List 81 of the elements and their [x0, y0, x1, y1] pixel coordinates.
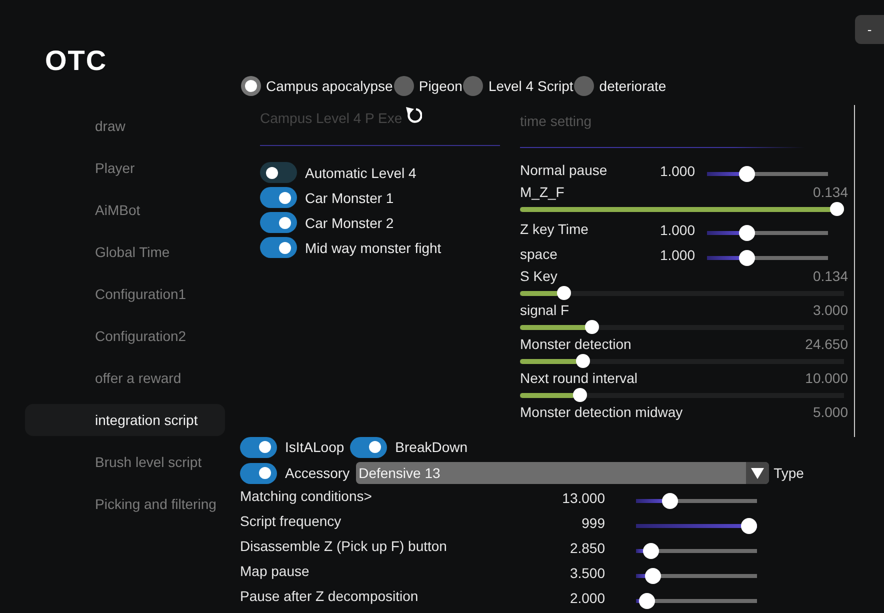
toggle-switch[interactable] [260, 162, 297, 183]
sidebar-item[interactable]: integration script [25, 404, 225, 436]
slider-value: 1.000 [658, 220, 695, 238]
toggle-label: BreakDown [395, 438, 468, 456]
radio-label: Campus apocalypse [266, 77, 393, 95]
slider-thumb[interactable] [639, 592, 656, 608]
slider-label: Z key Time [520, 220, 590, 238]
sidebar-item[interactable]: offer a reward [25, 362, 225, 394]
slider-value: 2.000 [568, 588, 605, 606]
radio-label: Pigeon [418, 77, 462, 95]
slider-thumb[interactable] [557, 286, 572, 300]
toggle-switch[interactable] [350, 436, 388, 458]
toggle-switch[interactable] [260, 212, 297, 233]
slider-label: space [520, 245, 558, 263]
slider-thumb[interactable] [738, 166, 754, 182]
panel-title: Campus Level 4 P Exe [260, 109, 402, 127]
slider-value: 5.000 [812, 403, 848, 421]
radio-button[interactable] [574, 76, 594, 96]
slider-label: S Key [520, 267, 558, 285]
sidebar-item[interactable]: Picking and filtering [25, 488, 225, 520]
slider-value: 10.000 [805, 369, 848, 387]
toggle-switch[interactable] [260, 187, 297, 208]
dropdown-label: Type [774, 464, 804, 482]
slider-thumb[interactable] [738, 250, 754, 266]
logo: OTC [45, 49, 108, 73]
toggle-label: Accessory [285, 464, 350, 482]
sidebar-item[interactable]: Player [25, 152, 225, 184]
slider-value: 2.850 [568, 538, 605, 556]
slider-thumb[interactable] [662, 492, 678, 508]
circular-arrow-icon [405, 106, 422, 124]
toggle-switch[interactable] [240, 462, 277, 484]
toggle-label: Automatic Level 4 [305, 164, 416, 182]
slider-thumb[interactable] [830, 202, 844, 216]
sidebar-item[interactable]: Global Time [25, 236, 225, 268]
toggle-label: Car Monster 2 [305, 214, 394, 232]
slider-value: 1.000 [658, 246, 695, 264]
slider-label: Normal pause [520, 161, 608, 179]
slider-thumb[interactable] [572, 388, 587, 402]
sidebar-item[interactable]: Configuration2 [25, 320, 225, 352]
radio-label: Level 4 Script [488, 77, 574, 95]
toggle-switch[interactable] [240, 436, 277, 458]
slider-label: signal F [520, 301, 570, 319]
slider-label: Matching conditions> [240, 487, 373, 505]
slider-label: Next round interval [520, 369, 638, 387]
sidebar-item[interactable]: draw [25, 110, 225, 142]
panel-title: time setting [520, 112, 592, 130]
slider-value: 0.134 [812, 267, 848, 285]
slider-label: Disassemble Z (Pick up F) button [240, 537, 448, 555]
slider-value: 24.650 [805, 335, 848, 353]
slider-label: Script frequency [240, 512, 342, 530]
radio-label: deteriorate [599, 77, 666, 95]
radio-button[interactable] [463, 76, 484, 96]
radio-button[interactable] [241, 76, 261, 96]
sidebar-item[interactable]: Brush level script [25, 446, 225, 478]
sidebar-item[interactable]: AiMBot [25, 194, 225, 226]
slider-thumb[interactable] [738, 224, 754, 240]
slider-label: Monster detection midway [520, 403, 683, 421]
slider-value: 3.500 [568, 564, 605, 582]
radio-button[interactable] [394, 76, 414, 96]
slider-value: 3.000 [812, 301, 848, 319]
slider-value: 1.000 [658, 162, 695, 180]
toggle-label: Car Monster 1 [305, 188, 394, 206]
slider-thumb[interactable] [645, 568, 662, 584]
slider-label: Map pause [240, 562, 310, 580]
slider-label: Pause after Z decomposition [240, 587, 420, 605]
toggle-label: Mid way monster fight [305, 238, 442, 256]
caret-icon [746, 462, 769, 484]
slider-value: 13.000 [561, 488, 605, 506]
slider-thumb[interactable] [643, 542, 660, 558]
slider-label: Monster detection [520, 335, 632, 353]
toggle-label: IsItALoop [285, 438, 344, 456]
minimize-button[interactable]: - [855, 15, 884, 44]
slider-label: M_Z_F [520, 183, 564, 201]
toggle-switch[interactable] [260, 237, 297, 258]
type-dropdown[interactable]: Defensive 13 [356, 462, 769, 484]
slider-thumb[interactable] [576, 354, 590, 368]
sidebar-item[interactable]: Configuration1 [25, 278, 225, 310]
slider-thumb[interactable] [585, 320, 600, 334]
slider-value: 0.134 [812, 183, 848, 201]
slider-value: 999 [580, 514, 605, 532]
slider-thumb[interactable] [741, 518, 757, 534]
